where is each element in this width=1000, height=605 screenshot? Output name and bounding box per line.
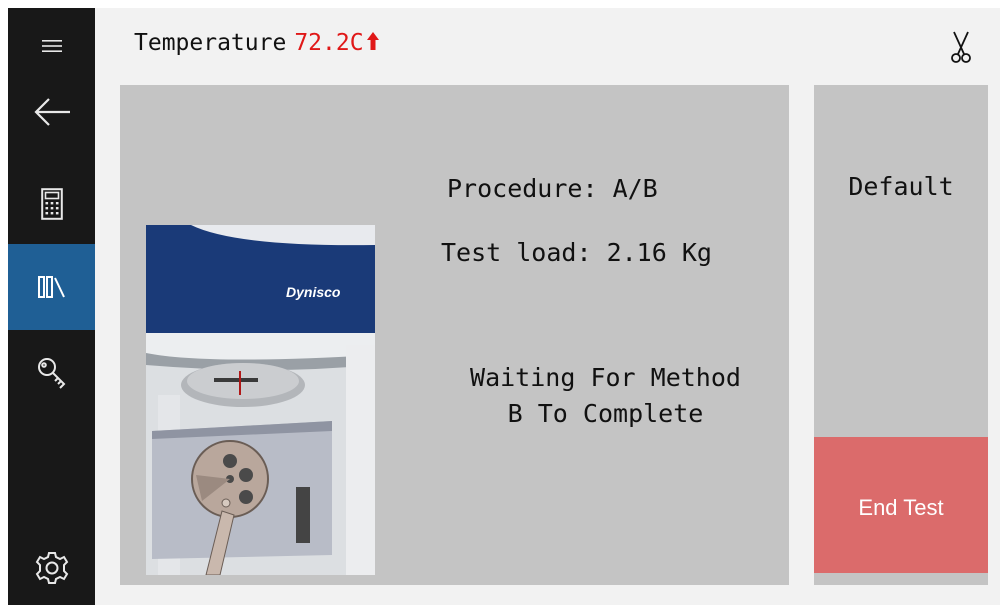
test-load-label: Test load: 2.16 Kg — [441, 238, 712, 267]
back-button[interactable] — [8, 82, 95, 142]
gear-icon — [35, 552, 68, 584]
back-arrow-icon — [33, 98, 70, 126]
temperature-value: 72.2C — [294, 30, 364, 56]
procedure-label: Procedure: A/B — [447, 174, 658, 203]
test-info-panel: Dynisco Procedure: A/B Test load: 2.16 K… — [120, 85, 789, 585]
app-window: Temperature 72.2C Dynisco Procedure: A/B… — [8, 8, 1000, 605]
sidebar — [8, 8, 95, 605]
key-icon — [37, 358, 65, 389]
status-line-1: Waiting For Method — [470, 363, 741, 392]
temperature-rising-arrow-icon — [366, 31, 380, 57]
hamburger-menu-icon — [41, 40, 62, 52]
temperature-header: Temperature 72.2C — [134, 30, 380, 57]
status-line-2: B To Complete — [507, 399, 704, 428]
default-label: Default — [848, 172, 954, 201]
settings-button[interactable] — [8, 538, 95, 598]
menu-button[interactable] — [8, 20, 95, 72]
library-button[interactable] — [8, 244, 95, 330]
temperature-label: Temperature — [134, 30, 287, 56]
calculator-icon — [40, 188, 63, 220]
image-brand-logo: Dynisco — [286, 284, 341, 300]
library-icon — [37, 276, 65, 298]
scissors-icon[interactable] — [950, 30, 972, 69]
key-button[interactable] — [8, 338, 95, 410]
calculator-button[interactable] — [8, 168, 95, 240]
plastometer-image: Dynisco — [146, 225, 375, 575]
end-test-button[interactable]: End Test — [814, 437, 988, 573]
method-side-panel: Default End Test — [814, 85, 988, 585]
